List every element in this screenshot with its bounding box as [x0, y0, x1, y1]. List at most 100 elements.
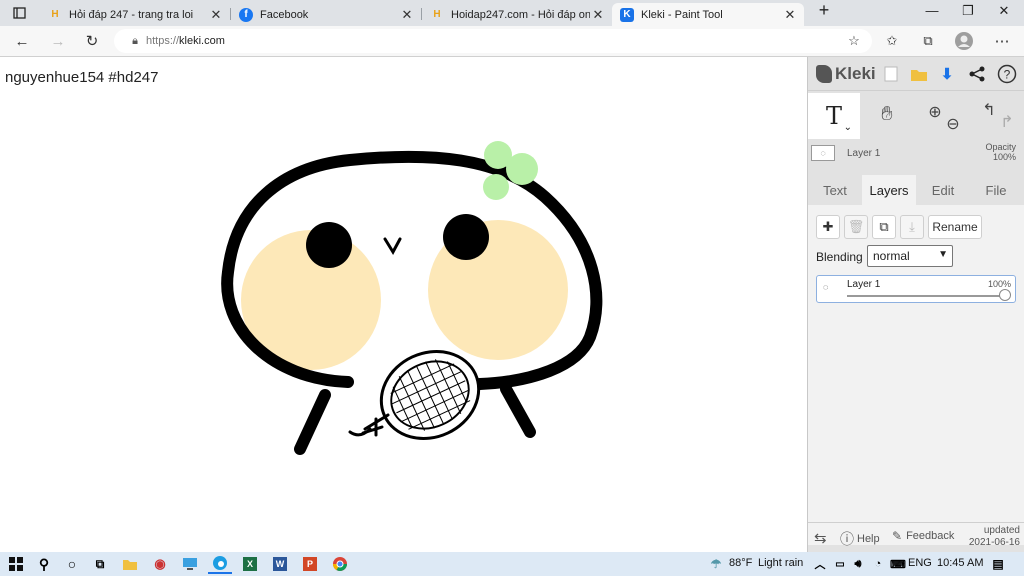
tab-title: Hoidap247.com - Hỏi đáp online — [451, 8, 590, 21]
hoidap-favicon-icon: H — [433, 9, 441, 20]
restore-icon[interactable]: ❐ — [950, 3, 986, 21]
url-host: kleki.com — [179, 35, 225, 47]
hoidap-favicon-icon: H — [51, 9, 59, 20]
swap-panel-icon[interactable]: ⇆ — [814, 529, 827, 547]
layers-tab-content: ✚ 🗑︎ ⧉ ⤓ Rename Blending normal ▼ ◌ Laye… — [808, 205, 1024, 545]
weather-icon[interactable]: ☂ — [704, 554, 728, 574]
search-icon[interactable]: ⚲ — [32, 554, 56, 574]
layer-opacity-slider-track[interactable] — [847, 295, 1005, 297]
opacity-label: Opacity — [985, 142, 1016, 152]
tab-actions-icon[interactable] — [8, 3, 30, 23]
browser-tab-strip: H Hỏi đáp 247 - trang tra loi ✕ f Facebo… — [0, 0, 1024, 26]
desktop-app-icon[interactable] — [178, 554, 202, 574]
cartoon-drawing — [221, 141, 603, 455]
minimize-icon[interactable]: — — [914, 3, 950, 21]
profile-avatar-icon[interactable] — [952, 30, 976, 52]
collections-icon[interactable]: ⧉ — [916, 30, 940, 52]
app-icon[interactable]: ◉ — [148, 554, 172, 574]
tab-edit[interactable]: Edit — [922, 175, 964, 205]
edge-browser-icon[interactable] — [208, 554, 232, 574]
layer-list-item[interactable]: ◌ Layer 1 100% — [816, 275, 1016, 303]
close-icon[interactable]: ✕ — [208, 7, 224, 23]
layer-thumbnail-icon: ◌ — [823, 282, 829, 292]
add-favorite-icon[interactable]: ☆ — [842, 30, 866, 52]
close-window-icon[interactable]: ✕ — [986, 3, 1022, 21]
back-arrow-icon[interactable]: ← — [10, 30, 34, 52]
favorites-icon[interactable]: ✩ — [880, 30, 904, 52]
svg-text:?: ? — [1004, 68, 1011, 82]
add-layer-button[interactable]: ✚ — [816, 215, 840, 239]
new-tab-button[interactable]: + — [806, 0, 842, 20]
updated-label: updated — [983, 525, 1020, 536]
layer-name: Layer 1 — [847, 279, 881, 290]
open-folder-icon[interactable] — [908, 63, 930, 85]
pencil-icon: ✎ — [892, 529, 903, 543]
redo-icon[interactable]: ↱ — [992, 107, 1022, 137]
help-label: Help — [857, 533, 880, 545]
delete-layer-button[interactable]: 🗑︎ — [844, 215, 868, 239]
feedback-label: Feedback — [906, 530, 955, 542]
file-explorer-icon[interactable] — [118, 554, 142, 574]
merge-layer-button[interactable]: ⤓ — [900, 215, 924, 239]
drawing-canvas[interactable]: nguyenhue154 #hd247 — [0, 57, 808, 552]
tab-layers[interactable]: Layers — [862, 175, 916, 205]
chevron-down-icon: ▼ — [938, 249, 948, 260]
right-eye — [443, 214, 489, 260]
weather-description[interactable]: Light rain — [758, 557, 803, 569]
kleki-logo: Kleki — [816, 64, 876, 84]
navigation-bar: ← → ↻ 🔒︎ https://kleki.com ☆ ✩ ⧉ ⋯ — [0, 26, 1024, 57]
tab-title: Hỏi đáp 247 - trang tra loi — [69, 8, 194, 21]
cortana-icon[interactable]: ○ — [60, 554, 84, 574]
address-bar[interactable]: 🔒︎ https://kleki.com — [114, 29, 872, 53]
blending-label: Blending — [816, 250, 863, 264]
facebook-favicon-icon: f — [239, 7, 253, 22]
kleki-logo-text: Kleki — [835, 63, 876, 83]
weather-temperature[interactable]: 88°F — [729, 557, 752, 569]
share-icon[interactable] — [966, 63, 988, 85]
tab-hoidap-2[interactable]: H Hoidap247.com - Hỏi đáp online ✕ — [422, 3, 612, 26]
left-arm — [294, 389, 331, 455]
word-icon[interactable]: W — [268, 554, 292, 574]
rename-layer-button[interactable]: Rename — [928, 215, 982, 239]
feedback-link[interactable]: ✎ Feedback — [892, 529, 954, 543]
excel-icon[interactable]: X — [238, 554, 262, 574]
canvas-caption-text: nguyenhue154 #hd247 — [5, 69, 159, 86]
new-image-icon[interactable] — [880, 63, 902, 85]
hand-tool-icon[interactable]: ✋︎ — [872, 99, 902, 129]
layer-opacity: 100% — [987, 279, 1011, 289]
duplicate-layer-button[interactable]: ⧉ — [872, 215, 896, 239]
opacity-readout: Opacity 100% — [985, 142, 1016, 162]
kleki-side-panel: Kleki ⬇ ? T ⌄ ✋︎ ⊕ ⊖ ↰ ↱ ◌ Layer 1 Opacit… — [808, 57, 1024, 552]
tab-facebook[interactable]: f Facebook ✕ — [231, 3, 421, 26]
language-indicator[interactable]: ENG — [908, 557, 932, 569]
tab-hoidap-1[interactable]: H Hỏi đáp 247 - trang tra loi ✕ — [40, 3, 230, 26]
notifications-icon[interactable]: ▤ — [986, 554, 1010, 574]
close-icon[interactable]: ✕ — [782, 7, 798, 23]
input-method-icon[interactable]: ⌨ — [886, 554, 910, 574]
close-icon[interactable]: ✕ — [399, 7, 415, 23]
help-icon[interactable]: ? — [996, 63, 1018, 85]
chrome-icon[interactable] — [328, 554, 352, 574]
tab-file[interactable]: File — [974, 175, 1018, 205]
text-tool-icon[interactable]: T ⌄ — [808, 93, 860, 139]
tab-text[interactable]: Text — [814, 175, 856, 205]
blending-select[interactable]: normal ▼ — [867, 245, 953, 267]
zoom-out-icon[interactable]: ⊖ — [938, 109, 968, 139]
tab-title: Kleki - Paint Tool — [641, 8, 723, 21]
refresh-icon[interactable]: ↻ — [80, 30, 104, 52]
tool-bar: T ⌄ ✋︎ ⊕ ⊖ ↰ ↱ — [808, 91, 1024, 139]
close-icon[interactable]: ✕ — [590, 7, 606, 23]
download-icon[interactable]: ⬇ — [936, 63, 958, 85]
current-layer-name: Layer 1 — [847, 147, 881, 159]
forward-arrow-icon[interactable]: → — [46, 30, 70, 52]
tab-kleki[interactable]: K Kleki - Paint Tool ✕ — [612, 3, 804, 26]
url-protocol: https:// — [146, 35, 180, 47]
right-arm — [500, 383, 536, 438]
task-view-icon[interactable]: ⧉ — [88, 554, 112, 574]
help-link[interactable]: ⓘ Help — [840, 529, 880, 549]
more-menu-icon[interactable]: ⋯ — [990, 30, 1014, 52]
windows-start-icon[interactable] — [4, 554, 28, 574]
clock-time[interactable]: 10:45 AM — [937, 557, 983, 569]
powerpoint-icon[interactable]: P — [298, 554, 322, 574]
layer-opacity-slider-handle[interactable] — [999, 289, 1011, 301]
